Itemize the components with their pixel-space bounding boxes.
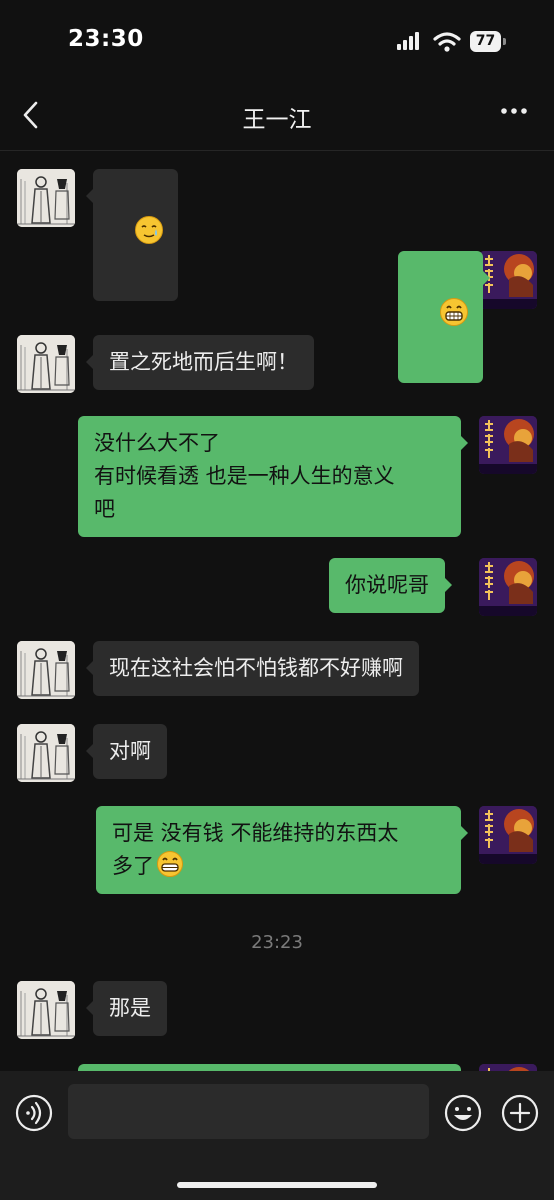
message-bubble-incoming[interactable]: 置之死地而后生啊！	[86, 335, 314, 390]
status-time: 23:30	[68, 26, 144, 52]
message-input[interactable]	[68, 1084, 429, 1139]
contact-avatar[interactable]	[17, 641, 75, 699]
self-avatar[interactable]	[479, 1064, 537, 1071]
contact-avatar[interactable]	[17, 169, 75, 227]
message-bubble-incoming[interactable]: 对啊	[86, 724, 167, 779]
message-timestamp: 23:23	[251, 932, 303, 953]
more-dots-icon[interactable]	[500, 107, 528, 115]
message-bubble-incoming[interactable]	[86, 169, 178, 301]
message-bubble-outgoing[interactable]: 你说呢哥	[329, 558, 452, 613]
message-bubble-outgoing[interactable]	[398, 251, 490, 383]
self-avatar[interactable]	[479, 416, 537, 474]
message-bubble-outgoing-partial[interactable]	[78, 1064, 461, 1071]
contact-avatar[interactable]	[17, 981, 75, 1039]
home-indicator	[177, 1182, 377, 1188]
self-avatar[interactable]	[479, 558, 537, 616]
chat-header: 王一江	[0, 80, 554, 151]
voice-icon[interactable]	[15, 1094, 53, 1132]
signal-icon	[397, 32, 419, 50]
message-bubble-outgoing[interactable]: 没什么大不了 有时候看透 也是一种人生的意义 吧	[78, 416, 468, 537]
message-bubble-outgoing[interactable]: 可是 没有钱 不能维持的东西太 多了	[96, 806, 468, 894]
message-text: 可是 没有钱 不能维持的东西太 多了	[112, 821, 399, 878]
plus-icon[interactable]	[501, 1094, 539, 1132]
input-bar	[0, 1071, 554, 1200]
self-avatar[interactable]	[479, 806, 537, 864]
battery-indicator: 77	[470, 31, 501, 52]
contact-avatar[interactable]	[17, 335, 75, 393]
message-bubble-incoming[interactable]: 那是	[86, 981, 167, 1036]
battery-tip	[503, 38, 506, 45]
grinning-face-icon	[157, 851, 183, 877]
contact-avatar[interactable]	[17, 724, 75, 782]
wifi-icon	[433, 32, 461, 52]
grinning-face-icon	[439, 298, 468, 326]
message-bubble-incoming[interactable]: 现在这社会怕不怕钱都不好赚啊	[86, 641, 419, 696]
emoji-icon[interactable]	[444, 1094, 482, 1132]
smiling-face-with-tear-icon	[134, 216, 163, 244]
message-list[interactable]: 置之死地而后生啊！ 没什么大不了 有时候看透 也是一种人生的意义 吧 你说呢哥 …	[0, 150, 554, 1071]
status-bar: 23:30 77	[0, 0, 554, 80]
page-title: 王一江	[242, 107, 312, 133]
